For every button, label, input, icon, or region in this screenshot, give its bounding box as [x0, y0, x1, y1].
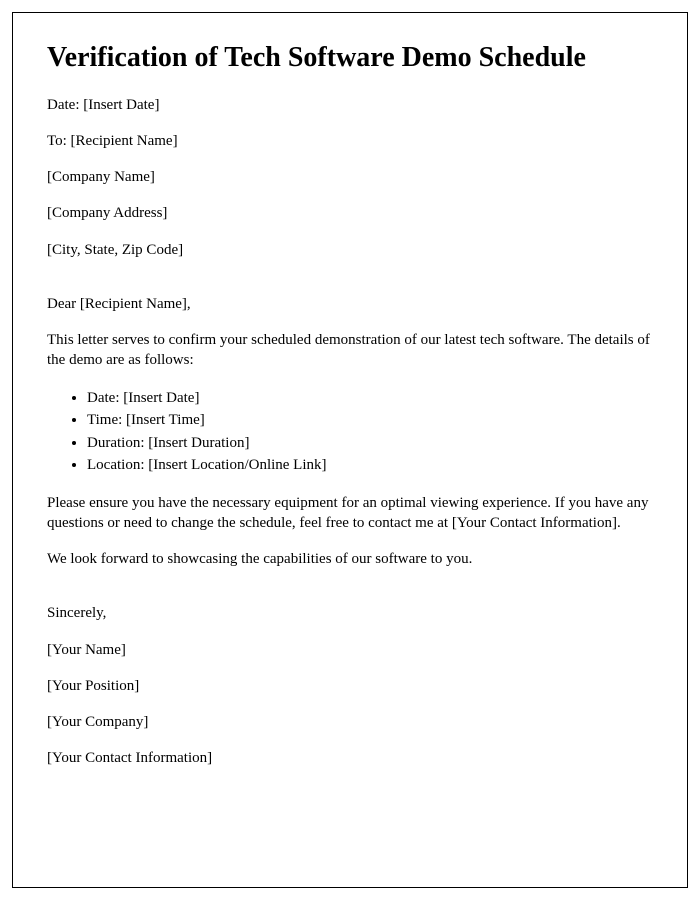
city-state-zip-line: [City, State, Zip Code] — [47, 240, 653, 260]
demo-details-list: Date: [Insert Date] Time: [Insert Time] … — [87, 387, 653, 477]
body-paragraph-1: Please ensure you have the necessary equ… — [47, 493, 653, 534]
closing-contact: [Your Contact Information] — [47, 748, 653, 768]
document-title: Verification of Tech Software Demo Sched… — [47, 41, 653, 75]
intro-paragraph: This letter serves to confirm your sched… — [47, 330, 653, 371]
closing-sincerely: Sincerely, — [47, 603, 653, 623]
detail-date: Date: [Insert Date] — [87, 387, 653, 410]
company-address-line: [Company Address] — [47, 203, 653, 223]
company-name-line: [Company Name] — [47, 167, 653, 187]
to-line: To: [Recipient Name] — [47, 131, 653, 151]
body-paragraph-2: We look forward to showcasing the capabi… — [47, 549, 653, 569]
closing-position: [Your Position] — [47, 676, 653, 696]
detail-time: Time: [Insert Time] — [87, 409, 653, 432]
date-line: Date: [Insert Date] — [47, 95, 653, 115]
closing-company: [Your Company] — [47, 712, 653, 732]
detail-duration: Duration: [Insert Duration] — [87, 432, 653, 455]
document-page: Verification of Tech Software Demo Sched… — [12, 12, 688, 888]
closing-name: [Your Name] — [47, 640, 653, 660]
detail-location: Location: [Insert Location/Online Link] — [87, 454, 653, 477]
salutation: Dear [Recipient Name], — [47, 294, 653, 314]
